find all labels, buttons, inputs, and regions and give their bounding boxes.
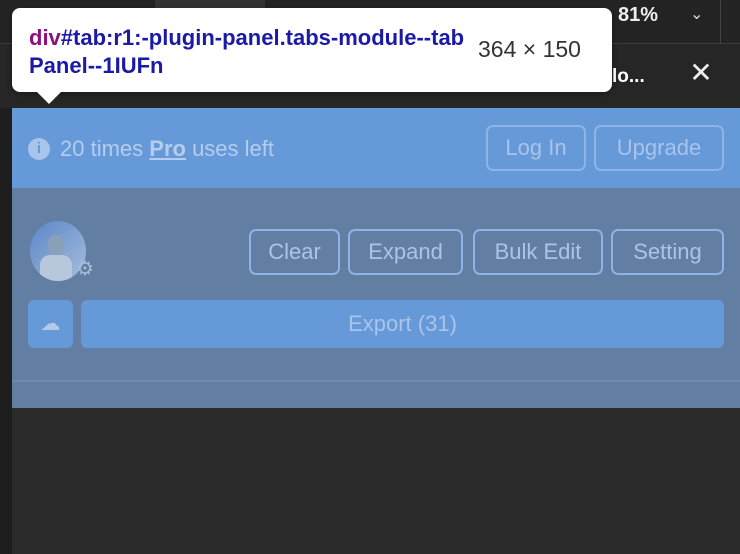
pro-link[interactable]: Pro (149, 136, 186, 161)
pro-uses-text: 20 times Pro uses left (60, 136, 274, 162)
pro-suffix: uses left (185, 136, 274, 161)
tooltip-selector: div#tab:r1:-plugin-panel.tabs-module--ta… (29, 24, 469, 80)
gear-icon[interactable]: ⚙ (76, 256, 94, 281)
bulk-edit-button[interactable]: Bulk Edit (473, 229, 603, 275)
tooltip-tag: div (29, 25, 61, 50)
upgrade-button[interactable]: Upgrade (594, 125, 724, 171)
header-title: lo... (612, 66, 645, 87)
divider (12, 380, 740, 382)
left-strip (0, 44, 12, 554)
zoom-level: 81% (618, 4, 659, 26)
export-button[interactable]: Export (31) (81, 300, 724, 348)
info-icon: i (28, 138, 50, 160)
setting-button[interactable]: Setting (611, 229, 724, 275)
cloud-upload-icon[interactable]: ☁ (28, 300, 73, 348)
clear-button[interactable]: Clear (249, 229, 340, 275)
element-inspect-tooltip: div#tab:r1:-plugin-panel.tabs-module--ta… (12, 8, 612, 104)
expand-button[interactable]: Expand (348, 229, 463, 275)
tooltip-id-class: #tab:r1:-plugin-panel.tabs-module--tabPa… (29, 25, 465, 78)
close-icon[interactable]: ✕ (686, 58, 716, 88)
plugin-panel: i 20 times Pro uses left Log In Upgrade … (12, 108, 740, 408)
tooltip-size: 364 × 150 (478, 36, 581, 62)
pro-banner: i 20 times Pro uses left Log In Upgrade (12, 108, 740, 188)
pro-prefix: 20 times (60, 136, 150, 161)
chevron-down-icon[interactable]: ⌄ (690, 4, 703, 24)
login-button[interactable]: Log In (486, 125, 586, 171)
divider (720, 0, 721, 44)
